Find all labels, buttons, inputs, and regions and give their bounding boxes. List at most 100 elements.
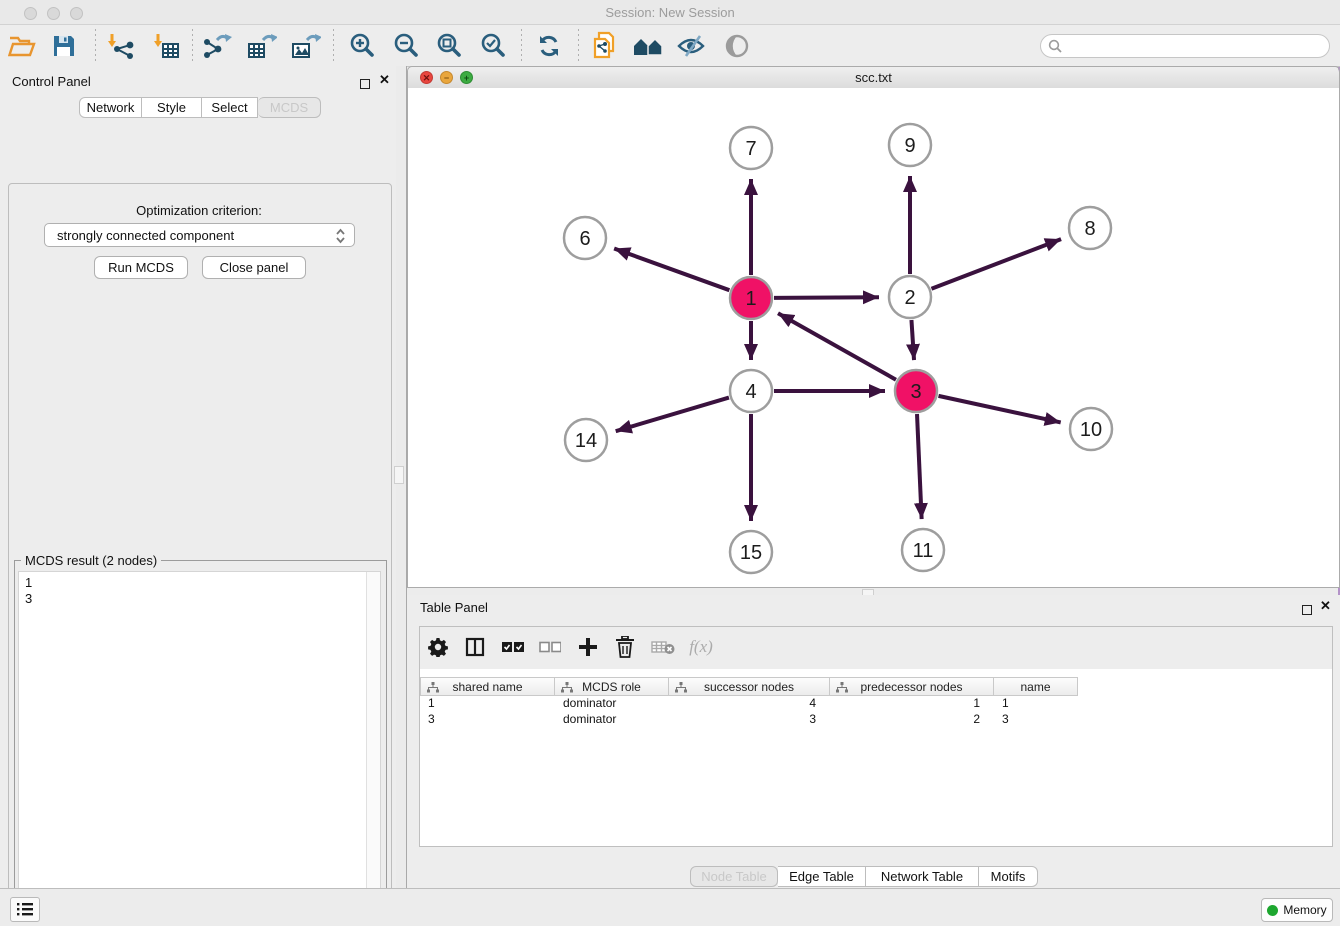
- vertical-split-grip[interactable]: [394, 466, 404, 484]
- refresh-icon[interactable]: [531, 28, 567, 64]
- application-window: Session: New Session: [0, 0, 1340, 926]
- mcds-result-textarea[interactable]: 13: [18, 571, 381, 926]
- tab-motifs[interactable]: Motifs: [979, 866, 1038, 887]
- shared-column-icon: [675, 682, 687, 693]
- node-label-10: 10: [1080, 419, 1102, 441]
- node-label-4: 4: [745, 381, 756, 403]
- table-cell: 3: [420, 712, 555, 728]
- node-label-2: 2: [904, 287, 915, 309]
- main-toolbar: [0, 25, 1340, 67]
- shared-column-icon: [427, 682, 439, 693]
- first-neighbors-icon[interactable]: [630, 28, 666, 64]
- node-label-14: 14: [575, 430, 597, 452]
- status-bar: Memory: [0, 888, 1340, 926]
- table-float-panel-icon[interactable]: [1302, 602, 1312, 620]
- tab-node-table[interactable]: Node Table: [690, 866, 778, 887]
- node-label-15: 15: [740, 542, 762, 564]
- network-graph: 7968124314101511: [408, 88, 1339, 587]
- clone-network-icon[interactable]: [587, 28, 623, 64]
- column-header-name[interactable]: name: [994, 677, 1078, 696]
- edge-3-1[interactable]: [778, 313, 896, 379]
- network-view-window: ✕ − + scc.txt 7968124314101511: [407, 66, 1340, 588]
- table-row[interactable]: 3dominator323: [420, 712, 1078, 728]
- optimization-criterion-value: strongly connected component: [57, 228, 234, 243]
- memory-status-icon: [1267, 905, 1278, 916]
- open-session-icon[interactable]: [4, 28, 40, 64]
- select-all-icon[interactable]: [496, 630, 530, 664]
- tab-network-table[interactable]: Network Table: [866, 866, 979, 887]
- import-network-icon[interactable]: [101, 28, 137, 64]
- tab-select[interactable]: Select: [202, 97, 258, 118]
- column-header-predecessor-nodes[interactable]: predecessor nodes: [830, 677, 994, 696]
- tab-network[interactable]: Network: [79, 97, 142, 118]
- function-builder-icon: f(x): [684, 630, 718, 664]
- export-network-icon[interactable]: [200, 28, 236, 64]
- search-icon: [1048, 39, 1062, 53]
- table-cell: 3: [669, 712, 830, 728]
- node-table-container: f(x) shared nameMCDS role successor nodes…: [419, 626, 1333, 847]
- close-panel-button[interactable]: Close panel: [202, 256, 306, 279]
- tab-style[interactable]: Style: [142, 97, 202, 118]
- deselect-all-icon[interactable]: [533, 630, 567, 664]
- network-window-titlebar: ✕ − + scc.txt: [408, 67, 1339, 89]
- export-table-icon[interactable]: [244, 28, 280, 64]
- edge-3-11[interactable]: [917, 414, 922, 519]
- shared-column-icon: [836, 682, 848, 693]
- zoom-out-icon[interactable]: [388, 28, 424, 64]
- list-icon: [16, 902, 34, 917]
- hide-selected-icon[interactable]: [673, 28, 709, 64]
- save-session-icon[interactable]: [46, 28, 82, 64]
- search-input[interactable]: [1067, 37, 1321, 55]
- node-label-9: 9: [904, 135, 915, 157]
- memory-button[interactable]: Memory: [1261, 898, 1333, 922]
- close-panel-icon[interactable]: ✕: [379, 75, 390, 85]
- zoom-in-icon[interactable]: [344, 28, 380, 64]
- table-cell: 1: [994, 696, 1078, 712]
- run-mcds-button[interactable]: Run MCDS: [94, 256, 188, 279]
- edge-1-2[interactable]: [774, 297, 879, 298]
- tab-edge-table[interactable]: Edge Table: [778, 866, 866, 887]
- edge-2-8[interactable]: [931, 239, 1061, 289]
- optimization-criterion-select[interactable]: strongly connected component: [44, 223, 355, 247]
- task-history-button[interactable]: [10, 897, 40, 922]
- table-header-row: shared nameMCDS role successor nodes prede…: [420, 677, 1078, 696]
- result-scrollbar[interactable]: [366, 572, 380, 926]
- search-field[interactable]: [1040, 34, 1330, 58]
- table-cell: 4: [669, 696, 830, 712]
- node-label-11: 11: [913, 540, 934, 562]
- memory-label: Memory: [1283, 903, 1326, 917]
- column-header-label: successor nodes: [704, 680, 794, 694]
- column-layout-icon[interactable]: [458, 630, 492, 664]
- optimization-criterion-label: Optimization criterion:: [8, 203, 390, 218]
- table-tabs: Node TableEdge TableNetwork TableMotifs: [690, 866, 1038, 887]
- result-line: 1: [25, 575, 374, 591]
- export-image-icon[interactable]: [288, 28, 324, 64]
- table-cell: 1: [830, 696, 994, 712]
- node-table: shared nameMCDS role successor nodes prede…: [420, 669, 1332, 846]
- edge-2-3[interactable]: [911, 320, 914, 360]
- table-row[interactable]: 1dominator411: [420, 696, 1078, 712]
- show-all-icon[interactable]: [719, 28, 755, 64]
- control-panel-title: Control Panel: [12, 74, 91, 89]
- table-panel-title: Table Panel: [420, 600, 488, 615]
- import-table-icon[interactable]: [147, 28, 183, 64]
- edge-1-6[interactable]: [614, 249, 729, 291]
- node-label-8: 8: [1084, 218, 1095, 240]
- network-canvas[interactable]: 7968124314101511: [408, 88, 1339, 587]
- edge-4-14[interactable]: [616, 398, 729, 432]
- column-header-successor-nodes[interactable]: successor nodes: [669, 677, 830, 696]
- delete-column-icon[interactable]: [608, 630, 642, 664]
- table-close-panel-icon[interactable]: ✕: [1320, 601, 1331, 611]
- settings-icon[interactable]: [421, 630, 455, 664]
- column-header-shared-name[interactable]: shared name: [420, 677, 555, 696]
- shared-column-icon: [561, 682, 573, 693]
- edge-3-10[interactable]: [938, 396, 1060, 423]
- zoom-fit-icon[interactable]: [431, 28, 467, 64]
- table-cell: 3: [994, 712, 1078, 728]
- add-column-icon[interactable]: [571, 630, 605, 664]
- zoom-selected-icon[interactable]: [475, 28, 511, 64]
- float-panel-icon[interactable]: [360, 76, 370, 94]
- column-header-MCDS-role[interactable]: MCDS role: [555, 677, 669, 696]
- tab-mcds[interactable]: MCDS: [258, 97, 321, 118]
- select-chevrons-icon: [335, 227, 346, 245]
